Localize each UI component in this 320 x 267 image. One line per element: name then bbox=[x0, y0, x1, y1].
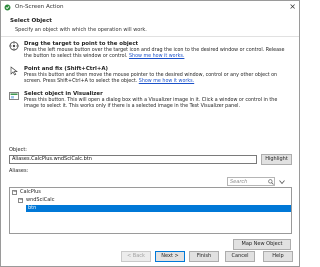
tree-node-btn-selected[interactable]: btn bbox=[26, 205, 291, 212]
page-title: Select Object bbox=[10, 18, 52, 24]
tree-node-label[interactable]: btn bbox=[28, 205, 36, 211]
option-desc-line: image to select it. This works only if t… bbox=[24, 104, 241, 109]
tree-node-label[interactable]: wndSciCalc bbox=[26, 197, 54, 204]
page-subtitle: Specify an object with which the operati… bbox=[15, 27, 147, 33]
show-me-link[interactable]: Show me how it works. bbox=[129, 54, 184, 59]
window-title: On-Screen Action bbox=[15, 4, 64, 10]
show-me-link[interactable]: Show me how it works. bbox=[139, 79, 194, 84]
option-desc-line: Press this button. This will open a dial… bbox=[24, 98, 278, 103]
search-input[interactable]: Search bbox=[227, 177, 275, 186]
pointer-icon[interactable] bbox=[9, 66, 19, 76]
next-button[interactable]: Next > bbox=[155, 251, 185, 262]
highlight-button[interactable]: Highlight bbox=[261, 154, 292, 165]
on-screen-action-dialog: On-Screen Action × Select Object Specify… bbox=[0, 0, 300, 267]
option-title: Drag the target to point to the object bbox=[24, 41, 139, 47]
map-new-object-button[interactable]: Map New Object bbox=[233, 239, 291, 250]
aliases-tree[interactable]: − CalcPlus − wndSciCalc btn bbox=[9, 187, 292, 234]
collapse-icon[interactable]: − bbox=[18, 198, 23, 203]
aliases-label: Aliases: bbox=[9, 168, 29, 174]
option-desc-line: Press this button and then move the mous… bbox=[24, 73, 278, 78]
visualizer-icon[interactable] bbox=[9, 91, 19, 101]
object-field[interactable]: Aliases.CalcPlus.wndSciCalc.btn bbox=[9, 155, 257, 164]
option-desc-line: Press the left mouse button over the tar… bbox=[24, 48, 285, 53]
option-title: Point and fix (Shift+Ctrl+A) bbox=[24, 66, 109, 72]
finish-button[interactable]: Finish bbox=[189, 251, 219, 262]
target-icon[interactable] bbox=[9, 41, 19, 51]
option-desc-line: screen. Press Shift+Ctrl+A to select the… bbox=[24, 79, 138, 84]
header-panel: Select Object Specify an object with whi… bbox=[1, 14, 299, 37]
option-drag-target: Drag the target to point to the object P… bbox=[9, 41, 294, 63]
close-icon[interactable]: × bbox=[289, 3, 296, 11]
search-icon[interactable] bbox=[268, 179, 274, 185]
chevron-down-icon[interactable] bbox=[278, 178, 286, 186]
back-button[interactable]: < Back bbox=[121, 251, 151, 262]
option-description: Press this button and then move the mous… bbox=[24, 73, 294, 85]
option-description: Press the left mouse button over the tar… bbox=[24, 48, 294, 60]
object-label: Object: bbox=[9, 147, 27, 153]
option-visualizer: Select object in Visualizer Press this b… bbox=[9, 91, 294, 113]
app-icon bbox=[4, 4, 11, 11]
tree-node-label[interactable]: CalcPlus bbox=[20, 189, 41, 196]
title-bar: On-Screen Action × bbox=[1, 1, 299, 14]
help-button[interactable]: Help bbox=[263, 251, 293, 262]
option-title: Select object in Visualizer bbox=[24, 91, 103, 97]
option-description: Press this button. This will open a dial… bbox=[24, 98, 294, 110]
search-placeholder: Search bbox=[230, 179, 248, 185]
collapse-icon[interactable]: − bbox=[12, 190, 17, 195]
cancel-button[interactable]: Cancel bbox=[225, 251, 255, 262]
option-point-and-fix: Point and fix (Shift+Ctrl+A) Press this … bbox=[9, 66, 294, 88]
option-desc-line: the button to select this window or cont… bbox=[24, 54, 128, 59]
